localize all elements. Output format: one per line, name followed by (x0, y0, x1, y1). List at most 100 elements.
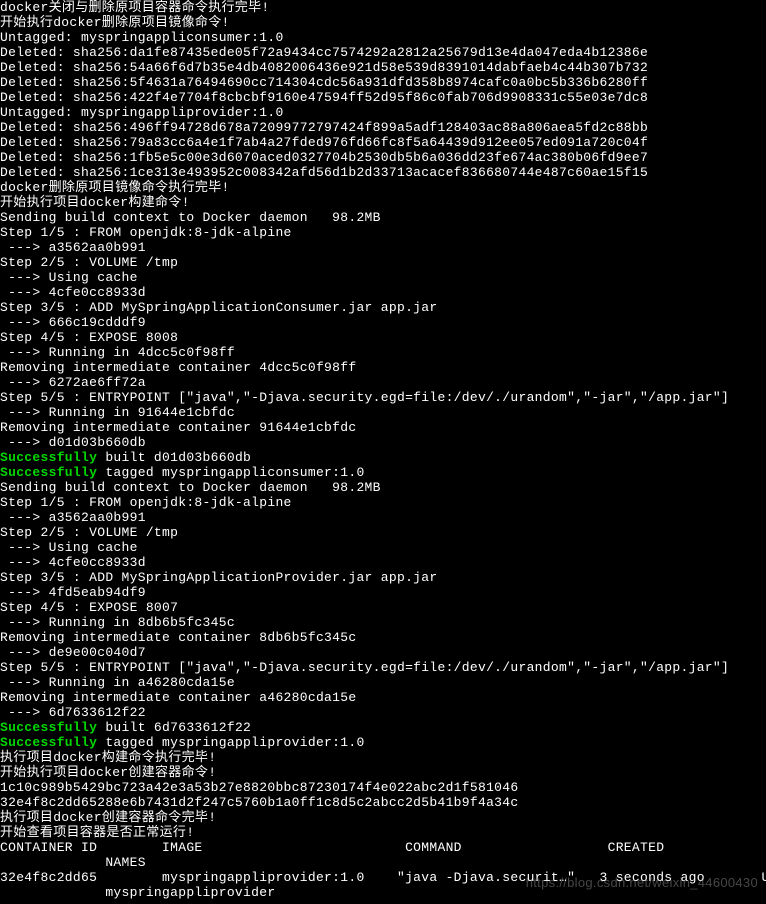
terminal-segment: Removing intermediate container 8db6b5fc… (0, 630, 356, 645)
terminal-segment: ---> 666c19cdddf9 (0, 315, 146, 330)
terminal-segment: 开始执行项目docker构建命令! (0, 195, 190, 210)
terminal-line: Removing intermediate container a46280cd… (0, 690, 766, 705)
terminal-segment: Successfully (0, 720, 97, 735)
terminal-segment: Sending build context to Docker daemon 9… (0, 480, 381, 495)
terminal-segment: 开始执行项目docker创建容器命令! (0, 765, 216, 780)
terminal-line: Step 5/5 : ENTRYPOINT ["java","-Djava.se… (0, 660, 766, 675)
terminal-segment: Step 5/5 : ENTRYPOINT ["java","-Djava.se… (0, 660, 729, 675)
terminal-segment: Successfully (0, 465, 97, 480)
terminal-segment: tagged myspringappliprovider:1.0 (97, 735, 364, 750)
terminal-segment: Deleted: sha256:54a66f6d7b35e4db40820064… (0, 60, 648, 75)
terminal-segment: ---> Using cache (0, 270, 138, 285)
terminal-segment: Step 3/5 : ADD MySpringApplicationConsum… (0, 300, 437, 315)
terminal-line: Step 2/5 : VOLUME /tmp (0, 255, 766, 270)
terminal-line: ---> a3562aa0b991 (0, 510, 766, 525)
terminal-line: Successfully built 6d7633612f22 (0, 720, 766, 735)
terminal-segment: ---> 6272ae6ff72a (0, 375, 146, 390)
terminal-line: 开始查看项目容器是否正常运行! (0, 825, 766, 840)
terminal-segment: ---> d01d03b660db (0, 435, 146, 450)
terminal-segment: built 6d7633612f22 (97, 720, 251, 735)
terminal-line: ---> 6272ae6ff72a (0, 375, 766, 390)
terminal-line: Deleted: sha256:54a66f6d7b35e4db40820064… (0, 60, 766, 75)
terminal-segment: Step 4/5 : EXPOSE 8007 (0, 600, 178, 615)
terminal-segment: docker删除原项目镜像命令执行完毕! (0, 180, 230, 195)
terminal-segment: 执行项目docker创建容器命令完毕! (0, 810, 216, 825)
terminal-segment: Deleted: sha256:da1fe87435ede05f72a9434c… (0, 45, 648, 60)
terminal-line: ---> 6d7633612f22 (0, 705, 766, 720)
terminal-line: Step 1/5 : FROM openjdk:8-jdk-alpine (0, 225, 766, 240)
terminal-line: 开始执行docker删除原项目镜像命令! (0, 15, 766, 30)
terminal-segment: ---> 4fd5eab94df9 (0, 585, 146, 600)
terminal-line: ---> 666c19cdddf9 (0, 315, 766, 330)
terminal-line: ---> d01d03b660db (0, 435, 766, 450)
terminal-line: Removing intermediate container 8db6b5fc… (0, 630, 766, 645)
terminal-line: Untagged: myspringappliconsumer:1.0 (0, 30, 766, 45)
terminal-line: Successfully built d01d03b660db (0, 450, 766, 465)
terminal-line: CONTAINER ID IMAGE COMMAND CREATED STAT (0, 840, 766, 855)
terminal-line: ---> Running in 4dcc5c0f98ff (0, 345, 766, 360)
terminal-segment: NAMES (0, 855, 146, 870)
terminal-line: ---> Using cache (0, 540, 766, 555)
terminal-segment: Deleted: sha256:422f4e7704f8cbcbf9160e47… (0, 90, 648, 105)
terminal-line: Deleted: sha256:1ce313e493952c008342afd5… (0, 165, 766, 180)
terminal-line: ---> Running in 91644e1cbfdc (0, 405, 766, 420)
terminal-line: ---> Running in 8db6b5fc345c (0, 615, 766, 630)
terminal-segment: Removing intermediate container a46280cd… (0, 690, 356, 705)
terminal-segment: Step 1/5 : FROM openjdk:8-jdk-alpine (0, 495, 292, 510)
terminal-segment: tagged myspringappliconsumer:1.0 (97, 465, 364, 480)
terminal-line: ---> 4fd5eab94df9 (0, 585, 766, 600)
terminal-segment: Deleted: sha256:1fb5e5c00e3d6070aced0327… (0, 150, 648, 165)
terminal-line: NAMES (0, 855, 766, 870)
terminal-segment: Step 2/5 : VOLUME /tmp (0, 525, 178, 540)
terminal-segment: Deleted: sha256:5f4631a76494690cc714304c… (0, 75, 648, 90)
terminal-segment: Step 3/5 : ADD MySpringApplicationProvid… (0, 570, 437, 585)
terminal-line: docker关闭与删除原项目容器命令执行完毕! (0, 0, 766, 15)
terminal-line: 32e4f8c2dd65288e6b7431d2f247c5760b1a0ff1… (0, 795, 766, 810)
terminal-segment: ---> Using cache (0, 540, 138, 555)
terminal-segment: ---> a3562aa0b991 (0, 510, 146, 525)
terminal-segment: Sending build context to Docker daemon 9… (0, 210, 381, 225)
terminal-segment: 开始执行docker删除原项目镜像命令! (0, 15, 230, 30)
terminal-segment: ---> Running in 91644e1cbfdc (0, 405, 235, 420)
terminal-segment: ---> Running in a46280cda15e (0, 675, 235, 690)
terminal-line: 执行项目docker构建命令执行完毕! (0, 750, 766, 765)
terminal-line: Deleted: sha256:79a83cc6a4e1f7ab4a27fded… (0, 135, 766, 150)
terminal-line: Deleted: sha256:5f4631a76494690cc714304c… (0, 75, 766, 90)
terminal-segment: Untagged: myspringappliconsumer:1.0 (0, 30, 284, 45)
terminal-segment: ---> de9e00c040d7 (0, 645, 146, 660)
terminal-line: ---> a3562aa0b991 (0, 240, 766, 255)
terminal-line: Sending build context to Docker daemon 9… (0, 480, 766, 495)
terminal-line: 开始执行项目docker创建容器命令! (0, 765, 766, 780)
terminal-line: Step 5/5 : ENTRYPOINT ["java","-Djava.se… (0, 390, 766, 405)
terminal-segment: ---> Running in 4dcc5c0f98ff (0, 345, 235, 360)
terminal-line: Step 1/5 : FROM openjdk:8-jdk-alpine (0, 495, 766, 510)
terminal-line: Untagged: myspringappliprovider:1.0 (0, 105, 766, 120)
terminal-line: 1c10c989b5429bc723a42e3a53b27e8820bbc872… (0, 780, 766, 795)
terminal-line: ---> 4cfe0cc8933d (0, 285, 766, 300)
terminal-segment: CONTAINER ID IMAGE COMMAND CREATED STAT (0, 840, 766, 855)
terminal-segment: Step 5/5 : ENTRYPOINT ["java","-Djava.se… (0, 390, 729, 405)
terminal-segment: 执行项目docker构建命令执行完毕! (0, 750, 216, 765)
watermark-text: https://blog.csdn.net/weixin_44600430 (526, 875, 758, 890)
terminal-line: Step 4/5 : EXPOSE 8008 (0, 330, 766, 345)
terminal-segment: Removing intermediate container 4dcc5c0f… (0, 360, 356, 375)
terminal-output[interactable]: docker关闭与删除原项目容器命令执行完毕!开始执行docker删除原项目镜像… (0, 0, 766, 900)
terminal-segment: Step 1/5 : FROM openjdk:8-jdk-alpine (0, 225, 292, 240)
terminal-line: Deleted: sha256:496ff94728d678a720997727… (0, 120, 766, 135)
terminal-segment: Deleted: sha256:1ce313e493952c008342afd5… (0, 165, 648, 180)
terminal-line: ---> Running in a46280cda15e (0, 675, 766, 690)
terminal-line: Deleted: sha256:422f4e7704f8cbcbf9160e47… (0, 90, 766, 105)
terminal-line: Sending build context to Docker daemon 9… (0, 210, 766, 225)
terminal-line: ---> Using cache (0, 270, 766, 285)
terminal-segment: ---> Running in 8db6b5fc345c (0, 615, 235, 630)
terminal-line: Step 3/5 : ADD MySpringApplicationConsum… (0, 300, 766, 315)
terminal-segment: ---> 4cfe0cc8933d (0, 555, 146, 570)
terminal-segment: Successfully (0, 735, 97, 750)
terminal-segment: myspringappliprovider (0, 885, 275, 900)
terminal-segment: docker关闭与删除原项目容器命令执行完毕! (0, 0, 270, 15)
terminal-line: Deleted: sha256:1fb5e5c00e3d6070aced0327… (0, 150, 766, 165)
terminal-line: Removing intermediate container 91644e1c… (0, 420, 766, 435)
terminal-line: Step 4/5 : EXPOSE 8007 (0, 600, 766, 615)
terminal-line: ---> 4cfe0cc8933d (0, 555, 766, 570)
terminal-line: Deleted: sha256:da1fe87435ede05f72a9434c… (0, 45, 766, 60)
